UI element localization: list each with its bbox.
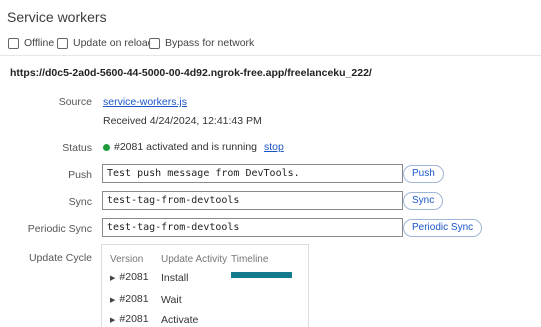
expand-triangle-icon[interactable]: ▶ (110, 297, 115, 304)
stop-link[interactable]: stop (264, 141, 284, 153)
sync-input[interactable]: test-tag-from-devtools (102, 191, 403, 210)
bypass-for-network-checkbox[interactable] (149, 37, 160, 49)
expand-triangle-icon[interactable]: ▶ (110, 317, 115, 324)
update-on-reload-checkbox[interactable] (57, 37, 68, 49)
periodic-sync-button[interactable]: Periodic Sync (403, 219, 483, 237)
source-file-link[interactable]: service-workers.js (103, 96, 187, 108)
bypass-for-network-label: Bypass for network (165, 37, 255, 49)
worker-origin: https://d0c5-2a0d-5600-44-5000-00-4d92.n… (10, 67, 372, 79)
bypass-for-network-option[interactable]: Bypass for network (149, 37, 254, 49)
periodic-sync-input[interactable]: test-tag-from-devtools (102, 218, 403, 237)
push-button[interactable]: Push (403, 165, 444, 183)
row-activity: Install (161, 272, 189, 284)
row-version: #2081 (119, 271, 149, 283)
table-row[interactable]: ▶ #2081 (110, 293, 149, 305)
table-row[interactable]: ▶ #2081 (110, 313, 149, 325)
row-version: #2081 (119, 293, 149, 305)
received-time: Received 4/24/2024, 12:41:43 PM (103, 115, 262, 127)
update-cycle-label: Update Cycle (28, 252, 92, 264)
sync-label: Sync (68, 196, 92, 208)
row-version: #2081 (119, 313, 149, 325)
panel-title: Service workers (7, 9, 107, 25)
push-input[interactable]: Test push message from DevTools. (102, 164, 403, 183)
offline-option[interactable]: Offline (8, 37, 54, 49)
status-label: Status (62, 142, 92, 154)
update-activity-header: Update Activity (161, 254, 228, 265)
source-label: Source (58, 96, 92, 108)
timeline-header: Timeline (231, 254, 269, 265)
update-on-reload-label: Update on reload (73, 37, 154, 49)
status-row: #2081 activated and is running stop (103, 141, 284, 153)
sync-button[interactable]: Sync (403, 192, 444, 210)
table-row[interactable]: ▶ #2081 (110, 271, 149, 283)
offline-checkbox[interactable] (8, 37, 19, 49)
expand-triangle-icon[interactable]: ▶ (110, 275, 115, 282)
push-label: Push (68, 169, 92, 181)
row-activity: Activate (161, 314, 199, 326)
timeline-bar (231, 272, 292, 278)
row-activity: Wait (161, 294, 182, 306)
periodic-sync-label: Periodic Sync (27, 223, 92, 235)
status-text: #2081 activated and is running (114, 141, 258, 153)
offline-label: Offline (24, 37, 55, 49)
divider (0, 55, 541, 56)
version-header: Version (110, 254, 144, 265)
status-indicator-icon (103, 143, 110, 151)
update-on-reload-option[interactable]: Update on reload (57, 37, 154, 49)
